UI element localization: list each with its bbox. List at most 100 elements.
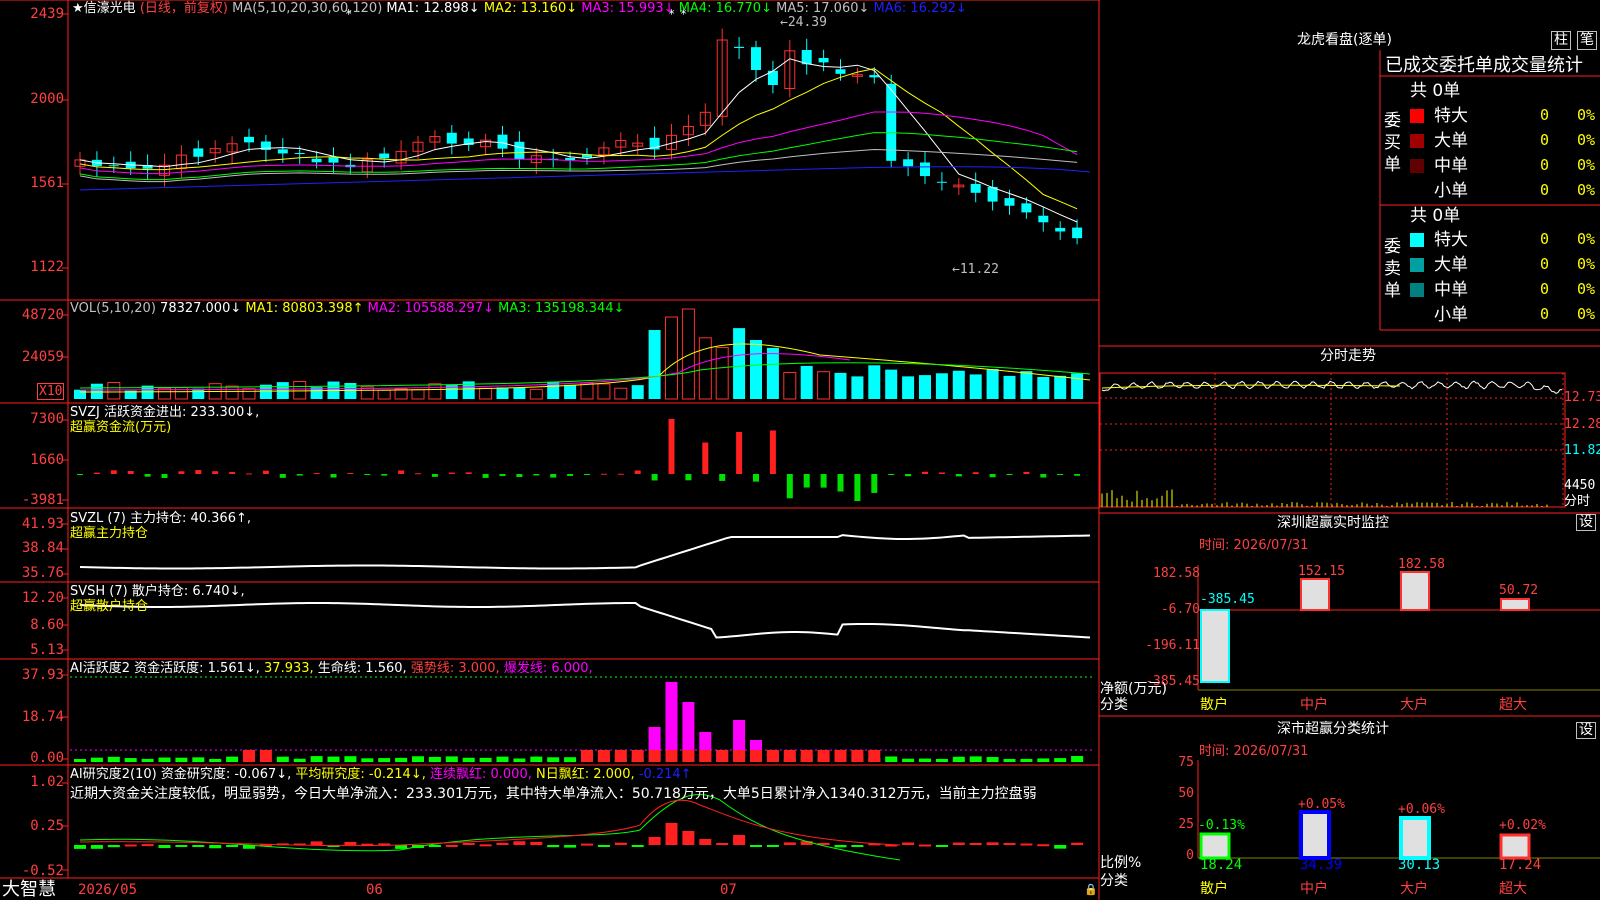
activity-bar <box>107 756 120 762</box>
volume-bar-down <box>564 384 577 399</box>
activity-bar <box>192 757 205 762</box>
research-bar <box>209 845 222 849</box>
fund-flow-bar <box>769 430 776 474</box>
stat-title: 已成交委托单成交量统计 <box>1385 55 1583 76</box>
research-bar <box>1020 843 1033 846</box>
research-bar <box>1071 842 1084 845</box>
research-bar <box>479 844 492 847</box>
stat2-ylabel2: 分类 <box>1100 873 1128 889</box>
activity-base-bar <box>597 750 610 762</box>
svsh-title: SVSH (7) 散户持仓: 6.740↓, <box>70 584 245 599</box>
fund-flow-bar <box>381 474 388 476</box>
research-bar <box>344 841 357 845</box>
activity-base-bar <box>682 750 695 762</box>
monitor-axis-label: -196.11 <box>1145 638 1200 653</box>
fund-flow-bar <box>955 474 962 477</box>
svzl-axis-label: 35.76 <box>21 565 64 581</box>
fund-flow-bar <box>533 474 540 476</box>
fund-flow-bar <box>837 474 844 492</box>
activity-bar <box>462 757 475 762</box>
fund-flow-bar <box>195 470 202 474</box>
monitor-bar-super <box>1500 598 1530 611</box>
research-bar <box>648 837 661 845</box>
period-label[interactable]: (日线，前复权) <box>140 1 228 16</box>
monitor-settings-button[interactable]: 设 <box>1576 514 1596 531</box>
fund-flow-bar <box>1074 474 1081 476</box>
candle-body-down <box>497 134 508 149</box>
vol-axis-label: 48720 <box>21 307 64 323</box>
fund-flow-bar <box>431 474 438 477</box>
vol-header: VOL(5,10,20) 78327.000↓ MA1: 80803.398↑ … <box>70 301 624 316</box>
sell-row-label: 大单 <box>1434 255 1468 275</box>
candle-body-down <box>1072 227 1083 239</box>
buy-row-pct: 0% <box>1577 106 1596 124</box>
activity-bar <box>293 758 306 762</box>
candle-body-down <box>1021 203 1032 213</box>
fund-flow-bar <box>1006 474 1013 475</box>
lock-icon[interactable]: 🔒 <box>1084 882 1098 897</box>
vol-title: VOL(5,10,20) <box>70 301 156 316</box>
volume-bar-down <box>986 369 999 399</box>
volume-bar-down <box>885 369 898 399</box>
volume-bar-down <box>969 374 982 399</box>
ai2-v5: -0.214↑ <box>638 767 692 782</box>
research-bar <box>310 841 323 845</box>
volume-bar-up <box>614 387 628 400</box>
fund-flow-bar <box>736 432 743 474</box>
price-axis-label: 1122 <box>30 259 64 275</box>
app-logo[interactable]: 大智慧 <box>2 880 56 900</box>
candle-body-down <box>1055 227 1066 232</box>
volume-bar-down <box>648 330 661 399</box>
chart-canvas[interactable]: * * * <box>0 0 1600 900</box>
buy-row-count: 0 <box>1540 106 1550 124</box>
fund-flow-bar <box>550 474 557 478</box>
research-bar <box>445 844 458 847</box>
ma-params: MA(5,10,20,30,60,120) <box>232 1 383 16</box>
volume-bar-up <box>479 387 493 400</box>
activity-base-bar <box>699 750 712 762</box>
activity-bar <box>564 757 577 762</box>
fund-flow-bar <box>262 470 269 474</box>
stat2-value: 30.13 <box>1398 857 1441 873</box>
sell-color-swatch <box>1410 283 1424 297</box>
volume-bar-down <box>1020 371 1033 399</box>
fund-flow-bar <box>567 474 574 476</box>
research-bar <box>547 845 560 848</box>
buy-row-count: 0 <box>1540 131 1550 149</box>
buy-row-label: 中单 <box>1434 156 1468 176</box>
fenshi-price-line <box>1101 380 1563 395</box>
ai1-axis-label: 37.93 <box>21 667 64 683</box>
svsh-sub: 超赢散户持仓 <box>70 599 149 614</box>
svzj-title: SVZJ 活跃资金进出: 233.300↓, <box>70 405 260 420</box>
volume-bar-down <box>733 328 746 399</box>
fund-flow-bar <box>702 442 709 474</box>
buy-row-count: 0 <box>1540 181 1550 199</box>
fund-flow-bar <box>1023 471 1030 474</box>
sell-row-count: 0 <box>1540 230 1550 248</box>
tick-mode-button[interactable]: 笔 <box>1577 31 1597 50</box>
ma2-label: MA2: 13.160↓ <box>483 1 578 16</box>
vol-ma1: MA1: 80803.398↑ <box>245 301 364 316</box>
fund-flow-bar <box>820 474 827 488</box>
vol-value: 78327.000↓ <box>160 301 242 316</box>
stat2-settings-button[interactable]: 设 <box>1576 722 1596 739</box>
activity-bar <box>378 758 391 762</box>
buy-color-swatch <box>1410 184 1424 198</box>
bar-mode-button[interactable]: 柱 <box>1551 31 1571 50</box>
fund-flow-bar <box>178 471 185 474</box>
ai1-axis-label: 18.74 <box>21 709 64 725</box>
stat2-axis-label: 75 <box>1178 755 1194 770</box>
fund-flow-bar <box>938 472 945 474</box>
activity-bar <box>445 756 458 762</box>
research-bar <box>107 845 120 848</box>
date-label: 06 <box>366 882 383 898</box>
star-icon[interactable]: ★ <box>72 1 84 16</box>
date-label: 2026/05 <box>78 882 138 898</box>
volume-bar-down <box>1054 375 1067 399</box>
stat2-pct: +0.05% <box>1298 797 1345 812</box>
candle-body-down <box>446 132 457 144</box>
research-bar <box>90 845 103 849</box>
fenshi-vol-label: 4450 <box>1564 478 1596 493</box>
fund-flow-bar <box>77 474 83 475</box>
fund-flow-bar <box>448 472 455 474</box>
